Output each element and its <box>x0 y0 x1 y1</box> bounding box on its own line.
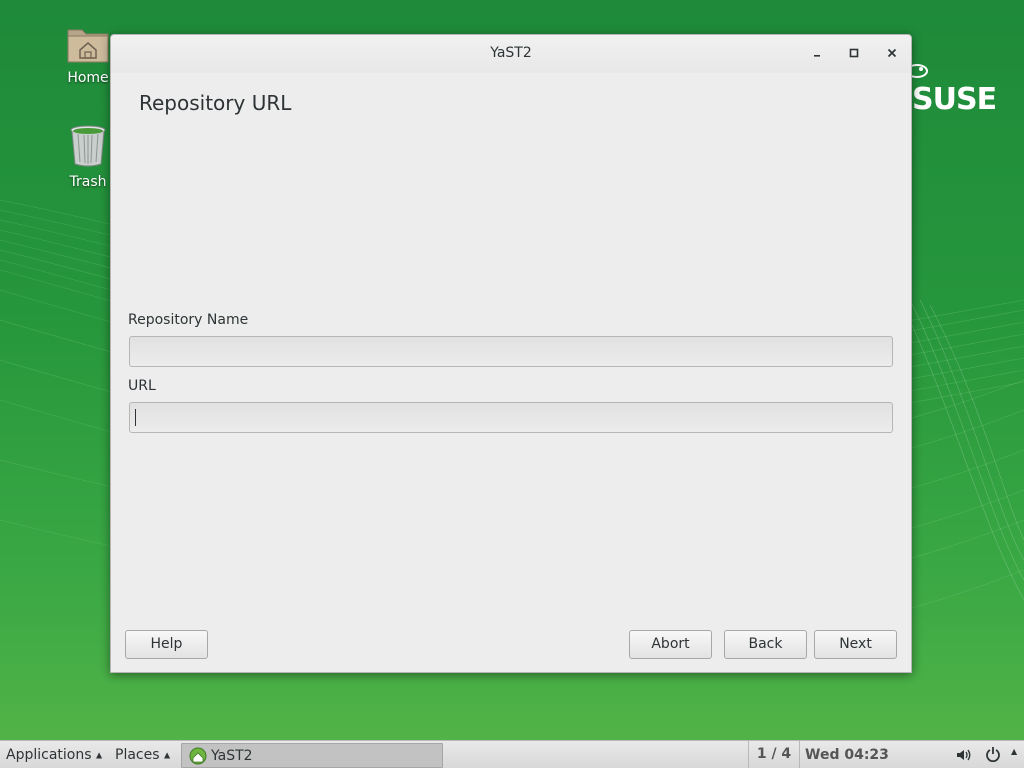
desktop-home-label: Home <box>67 70 109 86</box>
trash-can-icon <box>70 125 106 167</box>
back-button-label: Back <box>748 636 783 652</box>
volume-icon[interactable] <box>955 747 971 767</box>
abort-button-label: Abort <box>651 636 690 652</box>
minimize-icon <box>814 55 820 57</box>
bottom-taskbar: Applications ▲ Places ▲ YaST2 1 / 4 Wed … <box>0 740 1024 768</box>
close-button[interactable] <box>882 44 902 64</box>
maximize-button[interactable] <box>844 44 864 64</box>
next-button[interactable]: Next <box>814 630 897 659</box>
url-input[interactable] <box>129 402 893 433</box>
taskbar-yast-window-button[interactable]: YaST2 <box>181 743 443 768</box>
close-icon <box>887 48 897 58</box>
clock[interactable]: Wed 04:23 <box>805 747 889 763</box>
page-title: Repository URL <box>139 91 292 115</box>
window-titlebar[interactable]: YaST2 <box>111 35 911 73</box>
power-icon[interactable] <box>985 746 1001 766</box>
desktop-trash-icon[interactable]: Trash <box>58 124 118 190</box>
folder-home-icon <box>67 29 109 63</box>
applications-menu[interactable]: Applications ▲ <box>6 747 102 763</box>
help-button-label: Help <box>150 636 183 652</box>
places-menu[interactable]: Places ▲ <box>115 747 170 763</box>
desktop-home-icon[interactable]: Home <box>58 24 118 86</box>
yast-app-icon <box>188 746 208 768</box>
menu-up-arrow-icon: ▲ <box>95 750 103 760</box>
menu-up-arrow-icon: ▲ <box>163 750 171 760</box>
minimize-button[interactable] <box>807 44 827 64</box>
abort-button[interactable]: Abort <box>629 630 712 659</box>
system-menu-arrow-icon[interactable]: ▲ <box>1011 747 1017 756</box>
url-label: URL <box>128 378 156 394</box>
taskbar-yast-label: YaST2 <box>211 748 253 764</box>
places-menu-label: Places <box>115 747 160 763</box>
yast-window: YaST2 Repository URL Repository Name URL… <box>110 34 912 673</box>
next-button-label: Next <box>839 636 872 652</box>
back-button[interactable]: Back <box>724 630 807 659</box>
window-title: YaST2 <box>490 45 532 61</box>
desktop-trash-label: Trash <box>69 174 107 190</box>
applications-menu-label: Applications <box>6 747 92 763</box>
repository-name-label: Repository Name <box>128 312 249 328</box>
suse-brand-logo: SUSE <box>912 82 997 117</box>
help-button[interactable]: Help <box>125 630 208 659</box>
maximize-icon <box>849 48 859 58</box>
workspace-indicator[interactable]: 1 / 4 <box>748 741 800 768</box>
repository-name-input[interactable] <box>129 336 893 367</box>
text-caret <box>135 409 136 426</box>
